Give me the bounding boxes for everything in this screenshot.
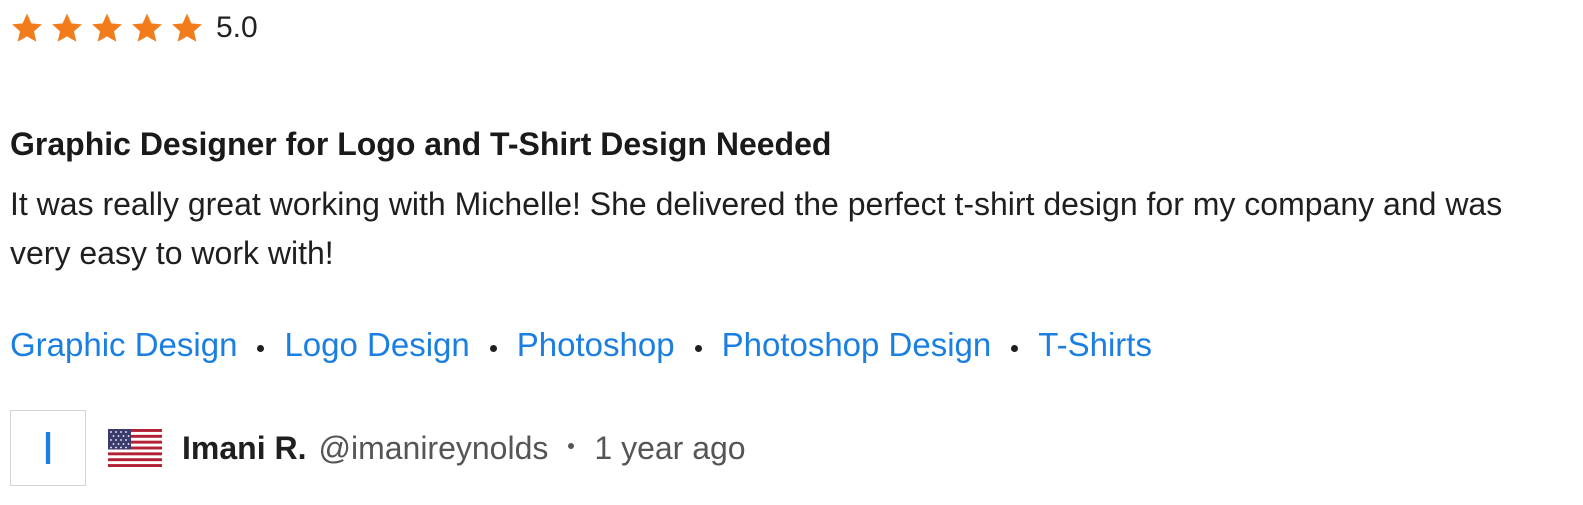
star-icon (12, 13, 42, 42)
reviewer-row: I Imani R. @imanireynolds 1 year ago (10, 408, 746, 488)
review-text: It was really great working with Michell… (10, 186, 1503, 271)
star-icon (132, 13, 162, 42)
star-icon (172, 13, 202, 42)
review-card: 5.0 Graphic Designer for Logo and T-Shir… (0, 0, 1583, 505)
tag-photoshop[interactable]: Photoshop (517, 322, 675, 368)
reviewer-name[interactable]: Imani R. (182, 430, 306, 467)
tag-separator-dot (257, 344, 265, 352)
meta-separator-dot (568, 443, 575, 449)
tag-graphic-design[interactable]: Graphic Design (10, 322, 237, 368)
tag-logo-design[interactable]: Logo Design (284, 322, 469, 368)
tag-photoshop-design[interactable]: Photoshop Design (722, 322, 992, 368)
review-date: 1 year ago (594, 429, 746, 466)
star-icon (52, 13, 82, 42)
reviewer-handle[interactable]: @imanireynolds (318, 430, 548, 467)
tag-separator-dot (1011, 344, 1019, 352)
reviewer-avatar[interactable]: I (10, 410, 86, 486)
review-job-title: Graphic Designer for Logo and T-Shirt De… (10, 126, 832, 162)
star-rating (10, 11, 204, 45)
rating-value: 5.0 (216, 11, 258, 44)
tag-separator-dot (489, 344, 497, 352)
tag-t-shirts[interactable]: T-Shirts (1038, 322, 1152, 368)
skill-tags: Graphic Design Logo Design Photoshop Pho… (10, 322, 1152, 368)
tag-separator-dot (694, 344, 702, 352)
star-icon (92, 13, 122, 42)
us-flag-icon (108, 429, 162, 467)
rating-row: 5.0 (10, 8, 258, 48)
